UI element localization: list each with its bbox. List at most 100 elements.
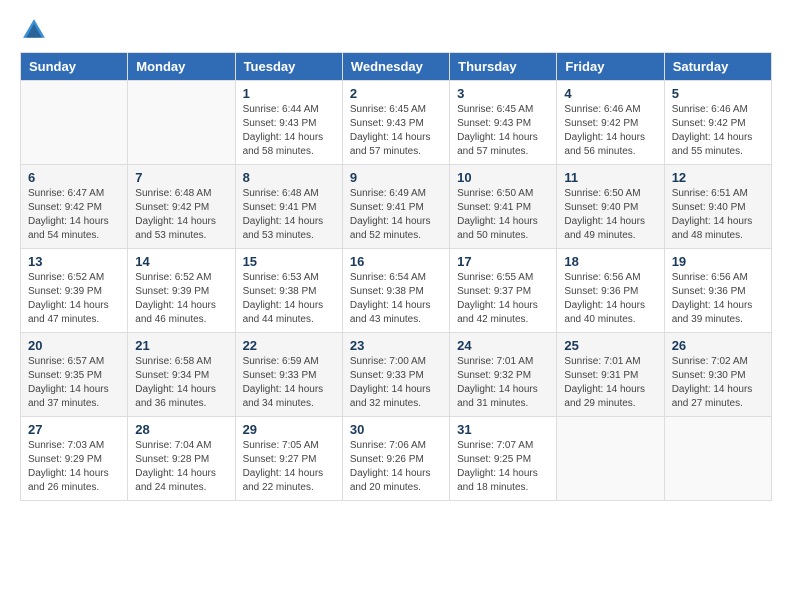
- week-row-4: 20 Sunrise: 6:57 AM Sunset: 9:35 PM Dayli…: [21, 333, 772, 417]
- day-cell: 1 Sunrise: 6:44 AM Sunset: 9:43 PM Daylig…: [235, 81, 342, 165]
- day-cell: 25 Sunrise: 7:01 AM Sunset: 9:31 PM Dayli…: [557, 333, 664, 417]
- day-info: Sunrise: 7:01 AM Sunset: 9:32 PM Dayligh…: [457, 355, 549, 411]
- day-number: 19: [672, 254, 764, 269]
- logo: [20, 16, 52, 44]
- day-number: 3: [457, 86, 549, 101]
- day-cell: 24 Sunrise: 7:01 AM Sunset: 9:32 PM Dayli…: [450, 333, 557, 417]
- day-info: Sunrise: 6:50 AM Sunset: 9:40 PM Dayligh…: [564, 187, 656, 243]
- week-row-3: 13 Sunrise: 6:52 AM Sunset: 9:39 PM Dayli…: [21, 249, 772, 333]
- column-header-sunday: Sunday: [21, 53, 128, 81]
- day-cell: 16 Sunrise: 6:54 AM Sunset: 9:38 PM Dayli…: [342, 249, 449, 333]
- day-cell: 20 Sunrise: 6:57 AM Sunset: 9:35 PM Dayli…: [21, 333, 128, 417]
- column-header-thursday: Thursday: [450, 53, 557, 81]
- column-header-saturday: Saturday: [664, 53, 771, 81]
- day-number: 9: [350, 170, 442, 185]
- day-cell: 14Sunrise: 6:52 AM Sunset: 9:39 PM Dayli…: [128, 249, 235, 333]
- column-header-wednesday: Wednesday: [342, 53, 449, 81]
- week-row-2: 6 Sunrise: 6:47 AM Sunset: 9:42 PM Daylig…: [21, 165, 772, 249]
- day-info: Sunrise: 7:07 AM Sunset: 9:25 PM Dayligh…: [457, 439, 549, 495]
- day-cell: 8 Sunrise: 6:48 AM Sunset: 9:41 PM Daylig…: [235, 165, 342, 249]
- day-info: Sunrise: 6:49 AM Sunset: 9:41 PM Dayligh…: [350, 187, 442, 243]
- day-cell: 12 Sunrise: 6:51 AM Sunset: 9:40 PM Dayli…: [664, 165, 771, 249]
- day-info: Sunrise: 7:02 AM Sunset: 9:30 PM Dayligh…: [672, 355, 764, 411]
- page-header: [20, 16, 772, 44]
- day-number: 13: [28, 254, 120, 269]
- day-cell: 26 Sunrise: 7:02 AM Sunset: 9:30 PM Dayli…: [664, 333, 771, 417]
- day-cell: 3 Sunrise: 6:45 AM Sunset: 9:43 PM Daylig…: [450, 81, 557, 165]
- day-info: Sunrise: 6:57 AM Sunset: 9:35 PM Dayligh…: [28, 355, 120, 411]
- day-info: Sunrise: 7:06 AM Sunset: 9:26 PM Dayligh…: [350, 439, 442, 495]
- day-number: 26: [672, 338, 764, 353]
- day-number: 15: [243, 254, 335, 269]
- day-cell: 2 Sunrise: 6:45 AM Sunset: 9:43 PM Daylig…: [342, 81, 449, 165]
- day-info: Sunrise: 6:55 AM Sunset: 9:37 PM Dayligh…: [457, 271, 549, 327]
- day-number: 27: [28, 422, 120, 437]
- day-info: Sunrise: 6:56 AM Sunset: 9:36 PM Dayligh…: [564, 271, 656, 327]
- day-number: 8: [243, 170, 335, 185]
- week-row-5: 27 Sunrise: 7:03 AM Sunset: 9:29 PM Dayli…: [21, 417, 772, 501]
- day-info: Sunrise: 7:05 AM Sunset: 9:27 PM Dayligh…: [243, 439, 335, 495]
- day-number: 22: [243, 338, 335, 353]
- day-cell: 4Sunrise: 6:46 AM Sunset: 9:42 PM Daylig…: [557, 81, 664, 165]
- day-number: 18: [564, 254, 656, 269]
- day-number: 23: [350, 338, 442, 353]
- day-info: Sunrise: 7:01 AM Sunset: 9:31 PM Dayligh…: [564, 355, 656, 411]
- day-cell: 5 Sunrise: 6:46 AM Sunset: 9:42 PM Daylig…: [664, 81, 771, 165]
- day-cell: 15 Sunrise: 6:53 AM Sunset: 9:38 PM Dayli…: [235, 249, 342, 333]
- day-info: Sunrise: 7:03 AM Sunset: 9:29 PM Dayligh…: [28, 439, 120, 495]
- day-number: 30: [350, 422, 442, 437]
- day-cell: 27 Sunrise: 7:03 AM Sunset: 9:29 PM Dayli…: [21, 417, 128, 501]
- day-cell: 28Sunrise: 7:04 AM Sunset: 9:28 PM Dayli…: [128, 417, 235, 501]
- day-cell: 6 Sunrise: 6:47 AM Sunset: 9:42 PM Daylig…: [21, 165, 128, 249]
- day-number: 25: [564, 338, 656, 353]
- day-info: Sunrise: 6:53 AM Sunset: 9:38 PM Dayligh…: [243, 271, 335, 327]
- day-number: 16: [350, 254, 442, 269]
- day-cell: 18 Sunrise: 6:56 AM Sunset: 9:36 PM Dayli…: [557, 249, 664, 333]
- day-info: Sunrise: 7:00 AM Sunset: 9:33 PM Dayligh…: [350, 355, 442, 411]
- day-cell: [557, 417, 664, 501]
- day-info: Sunrise: 6:48 AM Sunset: 9:41 PM Dayligh…: [243, 187, 335, 243]
- day-number: 24: [457, 338, 549, 353]
- day-info: Sunrise: 6:59 AM Sunset: 9:33 PM Dayligh…: [243, 355, 335, 411]
- day-number: 29: [243, 422, 335, 437]
- day-info: Sunrise: 6:45 AM Sunset: 9:43 PM Dayligh…: [350, 103, 442, 159]
- day-cell: 13Sunrise: 6:52 AM Sunset: 9:39 PM Dayli…: [21, 249, 128, 333]
- day-cell: 29 Sunrise: 7:05 AM Sunset: 9:27 PM Dayli…: [235, 417, 342, 501]
- day-cell: 30 Sunrise: 7:06 AM Sunset: 9:26 PM Dayli…: [342, 417, 449, 501]
- day-info: Sunrise: 6:44 AM Sunset: 9:43 PM Dayligh…: [243, 103, 335, 159]
- day-cell: 17 Sunrise: 6:55 AM Sunset: 9:37 PM Dayli…: [450, 249, 557, 333]
- day-info: Sunrise: 6:48 AM Sunset: 9:42 PM Dayligh…: [135, 187, 227, 243]
- column-header-tuesday: Tuesday: [235, 53, 342, 81]
- day-number: 7: [135, 170, 227, 185]
- day-number: 1: [243, 86, 335, 101]
- day-number: 12: [672, 170, 764, 185]
- day-cell: 22 Sunrise: 6:59 AM Sunset: 9:33 PM Dayli…: [235, 333, 342, 417]
- day-info: Sunrise: 6:56 AM Sunset: 9:36 PM Dayligh…: [672, 271, 764, 327]
- day-info: Sunrise: 6:58 AM Sunset: 9:34 PM Dayligh…: [135, 355, 227, 411]
- column-header-friday: Friday: [557, 53, 664, 81]
- day-info: Sunrise: 6:52 AM Sunset: 9:39 PM Dayligh…: [135, 271, 227, 327]
- day-info: Sunrise: 6:45 AM Sunset: 9:43 PM Dayligh…: [457, 103, 549, 159]
- day-info: Sunrise: 7:04 AM Sunset: 9:28 PM Dayligh…: [135, 439, 227, 495]
- day-cell: 10Sunrise: 6:50 AM Sunset: 9:41 PM Dayli…: [450, 165, 557, 249]
- logo-icon: [20, 16, 48, 44]
- calendar-header-row: SundayMondayTuesdayWednesdayThursdayFrid…: [21, 53, 772, 81]
- day-info: Sunrise: 6:46 AM Sunset: 9:42 PM Dayligh…: [672, 103, 764, 159]
- day-info: Sunrise: 6:54 AM Sunset: 9:38 PM Dayligh…: [350, 271, 442, 327]
- day-number: 2: [350, 86, 442, 101]
- week-row-1: 1 Sunrise: 6:44 AM Sunset: 9:43 PM Daylig…: [21, 81, 772, 165]
- day-number: 5: [672, 86, 764, 101]
- day-info: Sunrise: 6:47 AM Sunset: 9:42 PM Dayligh…: [28, 187, 120, 243]
- day-number: 11: [564, 170, 656, 185]
- day-number: 6: [28, 170, 120, 185]
- day-number: 17: [457, 254, 549, 269]
- day-info: Sunrise: 6:46 AM Sunset: 9:42 PM Dayligh…: [564, 103, 656, 159]
- day-info: Sunrise: 6:51 AM Sunset: 9:40 PM Dayligh…: [672, 187, 764, 243]
- day-cell: [128, 81, 235, 165]
- day-cell: 11 Sunrise: 6:50 AM Sunset: 9:40 PM Dayli…: [557, 165, 664, 249]
- day-number: 10: [457, 170, 549, 185]
- day-cell: 7 Sunrise: 6:48 AM Sunset: 9:42 PM Daylig…: [128, 165, 235, 249]
- day-number: 20: [28, 338, 120, 353]
- day-cell: 9 Sunrise: 6:49 AM Sunset: 9:41 PM Daylig…: [342, 165, 449, 249]
- day-cell: 23 Sunrise: 7:00 AM Sunset: 9:33 PM Dayli…: [342, 333, 449, 417]
